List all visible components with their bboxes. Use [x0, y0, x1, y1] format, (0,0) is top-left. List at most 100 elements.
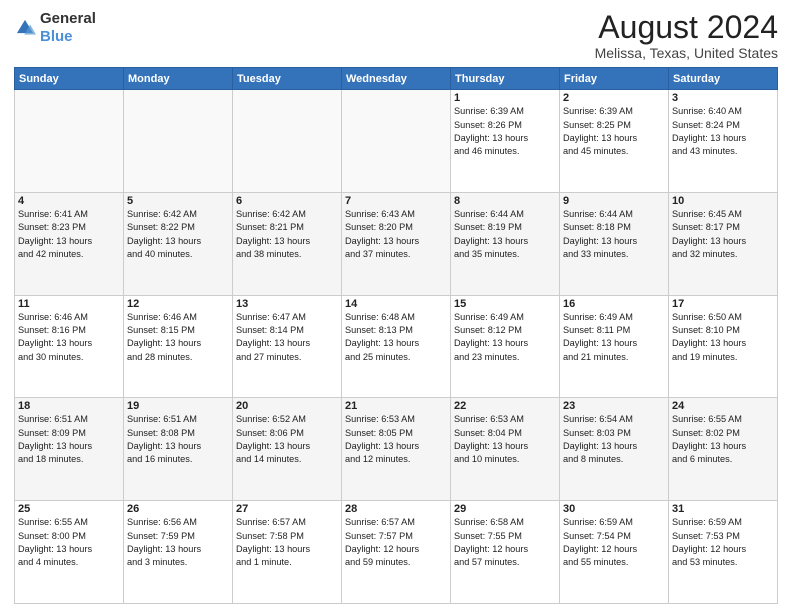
weekday-header-monday: Monday — [124, 68, 233, 90]
day-info: Sunrise: 6:52 AMSunset: 8:06 PMDaylight:… — [236, 413, 338, 466]
day-number: 7 — [345, 195, 447, 207]
month-year: August 2024 — [595, 10, 778, 45]
day-info: Sunrise: 6:41 AMSunset: 8:23 PMDaylight:… — [18, 208, 120, 261]
weekday-header-tuesday: Tuesday — [233, 68, 342, 90]
day-number: 15 — [454, 298, 556, 310]
day-cell-3: 3Sunrise: 6:40 AMSunset: 8:24 PMDaylight… — [669, 90, 778, 193]
day-cell-17: 17Sunrise: 6:50 AMSunset: 8:10 PMDayligh… — [669, 295, 778, 398]
day-info: Sunrise: 6:58 AMSunset: 7:55 PMDaylight:… — [454, 516, 556, 569]
day-cell-31: 31Sunrise: 6:59 AMSunset: 7:53 PMDayligh… — [669, 501, 778, 604]
day-number: 21 — [345, 400, 447, 412]
day-cell-2: 2Sunrise: 6:39 AMSunset: 8:25 PMDaylight… — [560, 90, 669, 193]
day-info: Sunrise: 6:51 AMSunset: 8:08 PMDaylight:… — [127, 413, 229, 466]
day-info: Sunrise: 6:59 AMSunset: 7:54 PMDaylight:… — [563, 516, 665, 569]
weekday-header-row: SundayMondayTuesdayWednesdayThursdayFrid… — [15, 68, 778, 90]
day-number: 26 — [127, 503, 229, 515]
day-number: 31 — [672, 503, 774, 515]
empty-cell — [233, 90, 342, 193]
day-number: 16 — [563, 298, 665, 310]
day-number: 20 — [236, 400, 338, 412]
empty-cell — [342, 90, 451, 193]
day-number: 5 — [127, 195, 229, 207]
day-info: Sunrise: 6:46 AMSunset: 8:16 PMDaylight:… — [18, 311, 120, 364]
day-info: Sunrise: 6:45 AMSunset: 8:17 PMDaylight:… — [672, 208, 774, 261]
day-cell-27: 27Sunrise: 6:57 AMSunset: 7:58 PMDayligh… — [233, 501, 342, 604]
day-info: Sunrise: 6:47 AMSunset: 8:14 PMDaylight:… — [236, 311, 338, 364]
day-cell-16: 16Sunrise: 6:49 AMSunset: 8:11 PMDayligh… — [560, 295, 669, 398]
day-info: Sunrise: 6:56 AMSunset: 7:59 PMDaylight:… — [127, 516, 229, 569]
day-info: Sunrise: 6:55 AMSunset: 8:00 PMDaylight:… — [18, 516, 120, 569]
day-info: Sunrise: 6:57 AMSunset: 7:57 PMDaylight:… — [345, 516, 447, 569]
page: General Blue August 2024 Melissa, Texas,… — [0, 0, 792, 612]
day-number: 14 — [345, 298, 447, 310]
day-cell-19: 19Sunrise: 6:51 AMSunset: 8:08 PMDayligh… — [124, 398, 233, 501]
day-info: Sunrise: 6:40 AMSunset: 8:24 PMDaylight:… — [672, 105, 774, 158]
day-cell-10: 10Sunrise: 6:45 AMSunset: 8:17 PMDayligh… — [669, 192, 778, 295]
day-cell-24: 24Sunrise: 6:55 AMSunset: 8:02 PMDayligh… — [669, 398, 778, 501]
day-info: Sunrise: 6:49 AMSunset: 8:11 PMDaylight:… — [563, 311, 665, 364]
day-number: 22 — [454, 400, 556, 412]
day-number: 25 — [18, 503, 120, 515]
day-info: Sunrise: 6:51 AMSunset: 8:09 PMDaylight:… — [18, 413, 120, 466]
day-info: Sunrise: 6:49 AMSunset: 8:12 PMDaylight:… — [454, 311, 556, 364]
logo-general-text: General — [40, 10, 96, 27]
day-cell-6: 6Sunrise: 6:42 AMSunset: 8:21 PMDaylight… — [233, 192, 342, 295]
day-cell-13: 13Sunrise: 6:47 AMSunset: 8:14 PMDayligh… — [233, 295, 342, 398]
day-cell-30: 30Sunrise: 6:59 AMSunset: 7:54 PMDayligh… — [560, 501, 669, 604]
day-number: 29 — [454, 503, 556, 515]
weekday-header-thursday: Thursday — [451, 68, 560, 90]
week-row-4: 18Sunrise: 6:51 AMSunset: 8:09 PMDayligh… — [15, 398, 778, 501]
day-cell-4: 4Sunrise: 6:41 AMSunset: 8:23 PMDaylight… — [15, 192, 124, 295]
day-number: 9 — [563, 195, 665, 207]
day-cell-1: 1Sunrise: 6:39 AMSunset: 8:26 PMDaylight… — [451, 90, 560, 193]
day-cell-28: 28Sunrise: 6:57 AMSunset: 7:57 PMDayligh… — [342, 501, 451, 604]
weekday-header-sunday: Sunday — [15, 68, 124, 90]
day-number: 4 — [18, 195, 120, 207]
calendar-table: SundayMondayTuesdayWednesdayThursdayFrid… — [14, 67, 778, 604]
day-cell-5: 5Sunrise: 6:42 AMSunset: 8:22 PMDaylight… — [124, 192, 233, 295]
day-number: 2 — [563, 92, 665, 104]
day-info: Sunrise: 6:44 AMSunset: 8:19 PMDaylight:… — [454, 208, 556, 261]
day-info: Sunrise: 6:42 AMSunset: 8:21 PMDaylight:… — [236, 208, 338, 261]
day-cell-21: 21Sunrise: 6:53 AMSunset: 8:05 PMDayligh… — [342, 398, 451, 501]
logo-icon — [14, 17, 36, 39]
logo: General Blue — [14, 10, 96, 46]
day-number: 1 — [454, 92, 556, 104]
day-cell-25: 25Sunrise: 6:55 AMSunset: 8:00 PMDayligh… — [15, 501, 124, 604]
day-cell-8: 8Sunrise: 6:44 AMSunset: 8:19 PMDaylight… — [451, 192, 560, 295]
weekday-header-friday: Friday — [560, 68, 669, 90]
logo-blue-text: Blue — [40, 28, 73, 45]
day-cell-22: 22Sunrise: 6:53 AMSunset: 8:04 PMDayligh… — [451, 398, 560, 501]
weekday-header-saturday: Saturday — [669, 68, 778, 90]
day-number: 12 — [127, 298, 229, 310]
day-info: Sunrise: 6:48 AMSunset: 8:13 PMDaylight:… — [345, 311, 447, 364]
day-cell-29: 29Sunrise: 6:58 AMSunset: 7:55 PMDayligh… — [451, 501, 560, 604]
day-info: Sunrise: 6:55 AMSunset: 8:02 PMDaylight:… — [672, 413, 774, 466]
day-cell-18: 18Sunrise: 6:51 AMSunset: 8:09 PMDayligh… — [15, 398, 124, 501]
day-number: 8 — [454, 195, 556, 207]
day-cell-7: 7Sunrise: 6:43 AMSunset: 8:20 PMDaylight… — [342, 192, 451, 295]
day-info: Sunrise: 6:54 AMSunset: 8:03 PMDaylight:… — [563, 413, 665, 466]
location: Melissa, Texas, United States — [595, 45, 778, 61]
day-number: 27 — [236, 503, 338, 515]
day-info: Sunrise: 6:42 AMSunset: 8:22 PMDaylight:… — [127, 208, 229, 261]
day-cell-12: 12Sunrise: 6:46 AMSunset: 8:15 PMDayligh… — [124, 295, 233, 398]
day-info: Sunrise: 6:57 AMSunset: 7:58 PMDaylight:… — [236, 516, 338, 569]
day-info: Sunrise: 6:44 AMSunset: 8:18 PMDaylight:… — [563, 208, 665, 261]
day-number: 3 — [672, 92, 774, 104]
day-info: Sunrise: 6:53 AMSunset: 8:05 PMDaylight:… — [345, 413, 447, 466]
day-number: 28 — [345, 503, 447, 515]
day-number: 17 — [672, 298, 774, 310]
header: General Blue August 2024 Melissa, Texas,… — [14, 10, 778, 61]
day-number: 19 — [127, 400, 229, 412]
day-cell-23: 23Sunrise: 6:54 AMSunset: 8:03 PMDayligh… — [560, 398, 669, 501]
day-info: Sunrise: 6:59 AMSunset: 7:53 PMDaylight:… — [672, 516, 774, 569]
week-row-2: 4Sunrise: 6:41 AMSunset: 8:23 PMDaylight… — [15, 192, 778, 295]
day-cell-20: 20Sunrise: 6:52 AMSunset: 8:06 PMDayligh… — [233, 398, 342, 501]
day-number: 30 — [563, 503, 665, 515]
day-number: 24 — [672, 400, 774, 412]
empty-cell — [124, 90, 233, 193]
day-number: 11 — [18, 298, 120, 310]
day-number: 10 — [672, 195, 774, 207]
empty-cell — [15, 90, 124, 193]
